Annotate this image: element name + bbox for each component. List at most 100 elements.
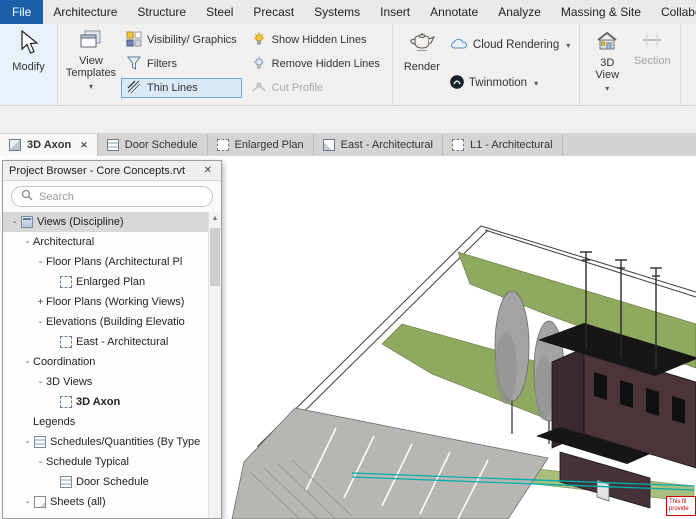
- ribbon-tab-collabo[interactable]: Collabo: [651, 0, 696, 24]
- tree-item-schedules-quantities-by-type[interactable]: - Schedules/Quantities (By Type: [3, 432, 208, 452]
- render-col: Cloud Rendering ▾ Twinmotion ▾: [446, 26, 574, 102]
- 3d-view-button[interactable]: 3D View ▾: [585, 26, 629, 95]
- drawing-area[interactable]: This fil provide Project Browser - Core …: [0, 156, 696, 519]
- collapse-icon[interactable]: -: [35, 377, 46, 388]
- ribbon-tab-precast[interactable]: Precast: [243, 0, 304, 24]
- cloud-rendering-button[interactable]: Cloud Rendering ▾: [446, 32, 574, 58]
- tree-item-floor-plans-architectural-pl[interactable]: - Floor Plans (Architectural Pl: [3, 252, 208, 272]
- view-icon: [60, 276, 72, 288]
- show-hidden-lines-button[interactable]: Show Hidden Lines: [246, 30, 385, 50]
- close-icon[interactable]: ✕: [80, 140, 88, 151]
- tree-item-label: Schedules/Quantities (By Type: [50, 436, 201, 448]
- close-icon[interactable]: ✕: [201, 165, 215, 176]
- cloud-rendering-label: Cloud Rendering: [472, 39, 560, 51]
- cut-profile-icon: [251, 79, 267, 98]
- tree-item-label: Architectural: [33, 236, 95, 248]
- collapse-icon[interactable]: -: [35, 257, 46, 268]
- tree-item-legends[interactable]: Legends: [3, 412, 208, 432]
- ribbon-tab-steel[interactable]: Steel: [196, 0, 243, 24]
- cursor-icon: [18, 29, 40, 59]
- view-tab-east-architectural[interactable]: East - Architectural: [314, 134, 443, 156]
- remove-hidden-lines-button[interactable]: Remove Hidden Lines: [246, 54, 385, 74]
- project-tree: - Views (Discipline) - Architectural - Floor …: [3, 212, 208, 512]
- twinmotion-button[interactable]: Twinmotion ▾: [446, 70, 574, 96]
- presentation-panel: Render Cloud Rendering ▾ Twinmotion ▾: [393, 24, 581, 105]
- tree-item-label: Enlarged Plan: [76, 276, 146, 288]
- ribbon-tab-insert[interactable]: Insert: [370, 0, 420, 24]
- tree-item-views-discipline[interactable]: - Views (Discipline): [3, 212, 208, 232]
- tree-item-label: Views (Discipline): [37, 216, 124, 228]
- schedule-view-icon: [106, 139, 119, 151]
- warning-tooltip: This fil provide: [666, 496, 696, 516]
- search-area: [3, 181, 221, 212]
- ribbon-tab-analyze[interactable]: Analyze: [488, 0, 551, 24]
- search-box[interactable]: [11, 186, 213, 207]
- modify-panel: Modify: [0, 24, 58, 105]
- collapse-icon[interactable]: -: [22, 357, 33, 368]
- elevation-view-icon: [322, 139, 335, 151]
- project-browser-titlebar[interactable]: Project Browser - Core Concepts.rvt ✕: [3, 161, 221, 181]
- collapse-icon[interactable]: -: [22, 237, 33, 248]
- tree-item-coordination[interactable]: - Coordination: [3, 352, 208, 372]
- tree-item-door-schedule[interactable]: Door Schedule: [3, 472, 208, 492]
- collapse-icon[interactable]: -: [35, 457, 46, 468]
- tree-item-architectural[interactable]: - Architectural: [3, 232, 208, 252]
- view-tab-door-schedule[interactable]: Door Schedule: [98, 134, 208, 156]
- ribbon: Modify View Templates ▾ Visibility/ Grap…: [0, 24, 696, 106]
- ribbon-tab-architecture[interactable]: Architecture: [43, 0, 127, 24]
- tree-item-label: Door Schedule: [76, 476, 149, 488]
- collapse-icon[interactable]: -: [22, 497, 33, 508]
- collapse-icon[interactable]: -: [9, 217, 20, 228]
- tree-item-label: Floor Plans (Working Views): [46, 296, 185, 308]
- view-tab-3d-axon[interactable]: 3D Axon ✕: [0, 134, 98, 156]
- visibility-graphics-icon: [126, 31, 142, 50]
- tree-item-3d-axon[interactable]: 3D Axon: [3, 392, 208, 412]
- house-icon: [595, 30, 619, 55]
- tree-scrollbar[interactable]: ▲: [208, 212, 221, 518]
- render-button[interactable]: Render: [398, 26, 446, 73]
- visibility-graphics-button[interactable]: Visibility/ Graphics: [121, 30, 242, 50]
- render-label: Render: [403, 61, 440, 73]
- ribbon-tab-structure[interactable]: Structure: [127, 0, 196, 24]
- show-hidden-lines-label: Show Hidden Lines: [271, 34, 367, 46]
- cut-profile-label: Cut Profile: [271, 82, 324, 94]
- options-bar: [0, 106, 696, 134]
- ribbon-tab-systems[interactable]: Systems: [304, 0, 370, 24]
- scroll-thumb[interactable]: [210, 228, 220, 286]
- expand-icon[interactable]: +: [35, 297, 46, 308]
- ribbon-tab-list: Architecture Structure Steel Precast Systems…: [43, 0, 696, 24]
- graphics-panel: View Templates ▾ Visibility/ Graphics Fi…: [58, 24, 393, 105]
- tree-item-schedule-typical[interactable]: - Schedule Typical: [3, 452, 208, 472]
- tree-item-sheets-all[interactable]: - Sheets (all): [3, 492, 208, 512]
- filters-button[interactable]: Filters: [121, 54, 242, 74]
- view-tab-enlarged-plan[interactable]: Enlarged Plan: [208, 134, 314, 156]
- tree-item-enlarged-plan[interactable]: Enlarged Plan: [3, 272, 208, 292]
- scroll-up-icon[interactable]: ▲: [209, 212, 221, 222]
- filter-icon: [126, 55, 142, 74]
- collapse-icon[interactable]: -: [22, 437, 33, 448]
- modify-button[interactable]: Modify: [5, 26, 52, 73]
- search-input[interactable]: [39, 190, 203, 203]
- tree-item-floor-plans-working-views[interactable]: + Floor Plans (Working Views): [3, 292, 208, 312]
- collapse-icon[interactable]: -: [35, 317, 46, 328]
- view-templates-icon: [80, 30, 102, 53]
- tree-item-east-architectural[interactable]: East - Architectural: [3, 332, 208, 352]
- tree-item-3d-views[interactable]: -3D Views: [3, 372, 208, 392]
- sheets-cat-icon: [34, 496, 46, 508]
- plan-view-icon: [451, 139, 464, 151]
- thin-lines-button[interactable]: Thin Lines: [121, 78, 242, 98]
- graphics-col-1: Visibility/ Graphics Filters Thin Lines: [119, 26, 244, 102]
- view-templates-button[interactable]: View Templates ▾: [63, 26, 119, 93]
- thin-lines-label: Thin Lines: [147, 82, 198, 94]
- tree-item-label: Schedule Typical: [46, 456, 129, 468]
- warning-tooltip-line1: This fil: [669, 499, 687, 505]
- tree-item-elevations-building-elevatio[interactable]: - Elevations (Building Elevatio: [3, 312, 208, 332]
- ribbon-tab-massing-site[interactable]: Massing & Site: [551, 0, 651, 24]
- axon-view-icon: [9, 139, 21, 151]
- cut-profile-button: Cut Profile: [246, 78, 385, 98]
- cloud-icon: [450, 38, 468, 53]
- file-menu-button[interactable]: File: [0, 0, 44, 24]
- project-browser-title: Project Browser - Core Concepts.rvt: [9, 164, 186, 177]
- ribbon-tab-annotate[interactable]: Annotate: [420, 0, 488, 24]
- view-tab-l1-architectural[interactable]: L1 - Architectural: [443, 134, 563, 156]
